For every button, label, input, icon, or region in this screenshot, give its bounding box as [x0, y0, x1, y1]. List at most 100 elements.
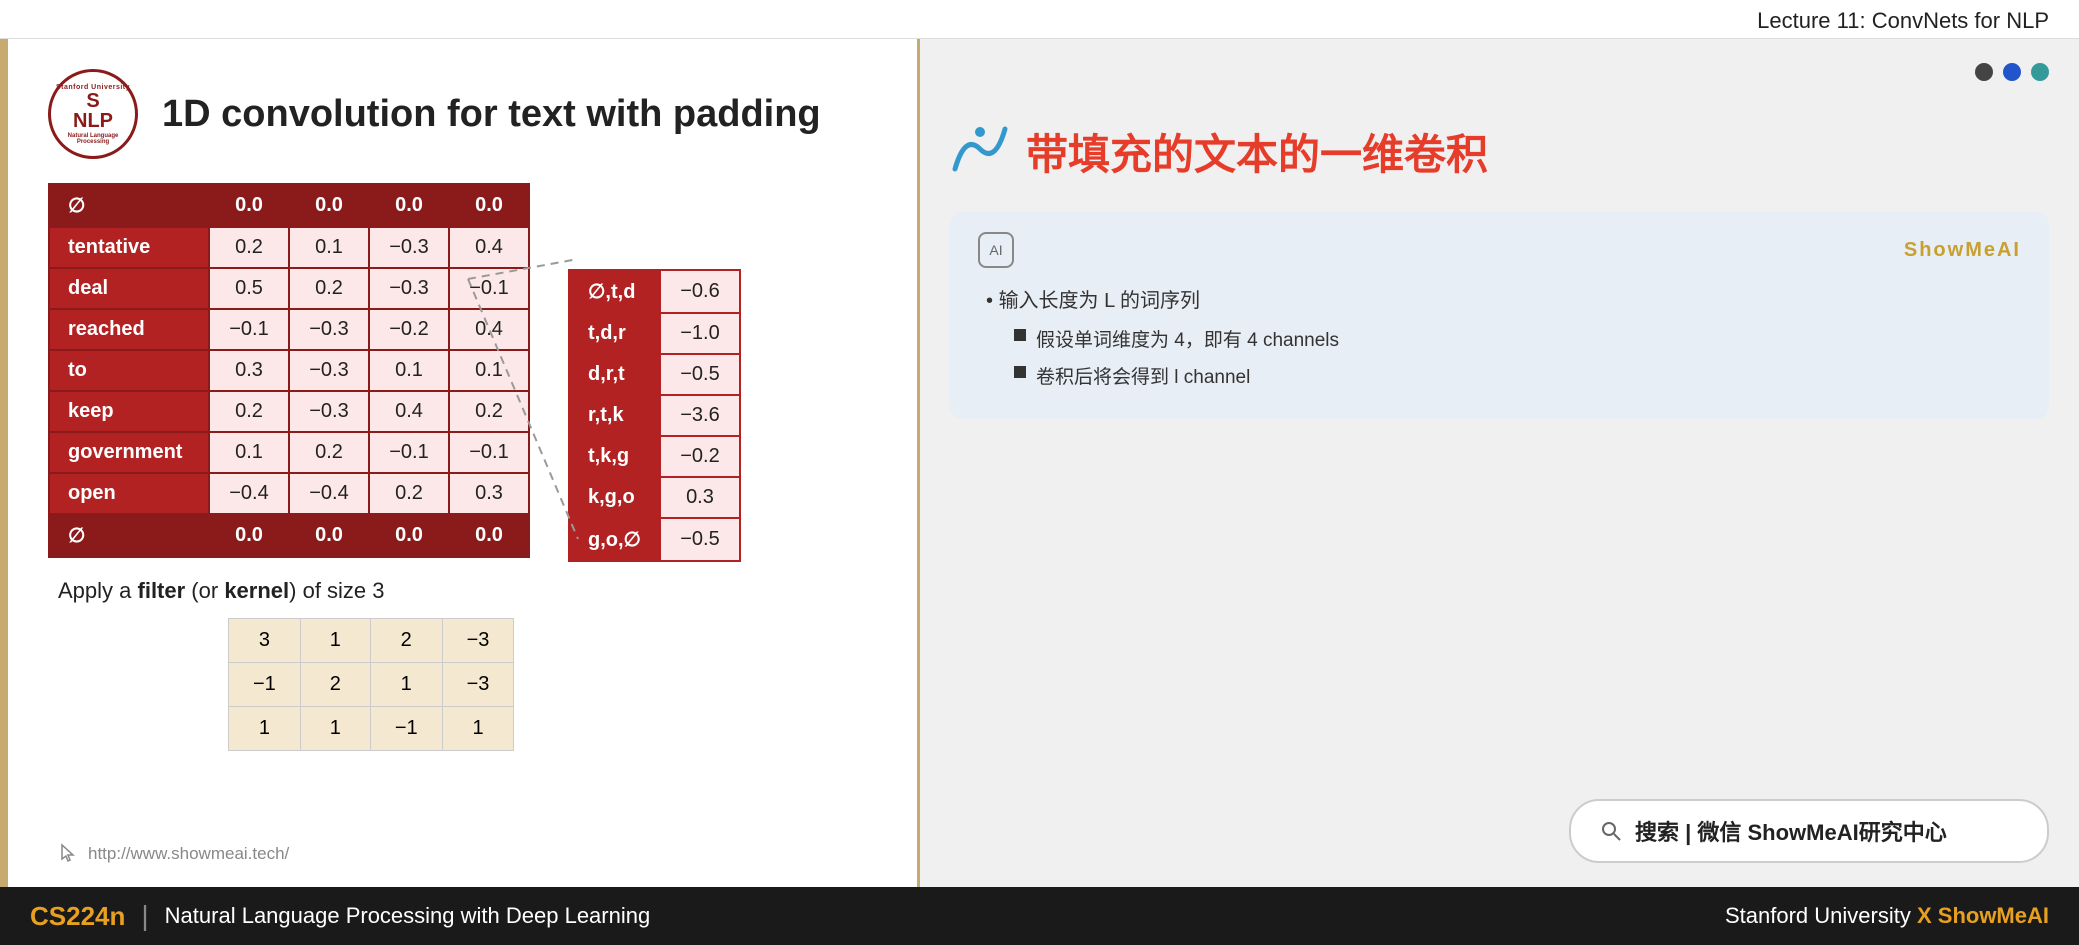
annotation-panel: 带填充的文本的一维卷积 AI ShowMeAI • 输入长度为 L 的词序列 假…: [920, 39, 2079, 887]
table-row: −0.1: [449, 268, 529, 309]
filter-cell: 1: [442, 707, 514, 751]
footer-divider: |: [141, 900, 148, 932]
table-row: 0.0: [289, 514, 369, 557]
filter-cell: 1: [300, 707, 370, 751]
filter-cell: 1: [229, 707, 301, 751]
table-row: 0.2: [369, 473, 449, 514]
table-row: 0.1: [369, 350, 449, 391]
table-row: 0.0: [289, 184, 369, 227]
filter-cell: 3: [229, 619, 301, 663]
showmeai-footer: ShowMeAI: [1938, 903, 2049, 928]
output-row-val: −0.5: [660, 354, 740, 395]
note-bullet-1: • 输入长度为 L 的词序列: [978, 284, 2021, 313]
dot-dark: [1975, 63, 1993, 81]
output-area: ∅,t,d−0.6t,d,r−1.0d,r,t−0.5r,t,k−3.6t,k,…: [568, 269, 741, 562]
url-text: http://www.showmeai.tech/: [88, 844, 289, 864]
output-row-label: ∅,t,d: [569, 270, 660, 313]
square-bullet-1: [1014, 329, 1026, 341]
dot-blue: [2003, 63, 2021, 81]
filter-cell: −3: [442, 663, 514, 707]
stanford-text: Stanford University: [1725, 903, 1911, 928]
note-card-header: AI ShowMeAI: [978, 232, 2021, 268]
ai-icon: AI: [978, 232, 1014, 268]
table-row-label: government: [49, 432, 209, 473]
lecture-header: Lecture 11: ConvNets for NLP: [0, 0, 2079, 39]
table-row: 0.5: [209, 268, 289, 309]
table-row: 0.2: [449, 391, 529, 432]
output-row-label: g,o,∅: [569, 518, 660, 561]
table-row: −0.1: [209, 309, 289, 350]
output-row-val: −0.5: [660, 518, 740, 561]
x-separator: X: [1917, 903, 1938, 928]
table-row: 0.3: [449, 473, 529, 514]
filter-text: Apply a filter (or kernel) of size 3: [58, 578, 877, 604]
table-row: −0.3: [289, 350, 369, 391]
bottom-bar: CS224n | Natural Language Processing wit…: [0, 887, 2079, 945]
table-row: −0.1: [449, 432, 529, 473]
table-row: 0.2: [209, 391, 289, 432]
filter-cell: −3: [442, 619, 514, 663]
table-row: 0.4: [449, 309, 529, 350]
table-row: −0.3: [289, 391, 369, 432]
table-row: −0.4: [289, 473, 369, 514]
table-row-label: to: [49, 350, 209, 391]
filter-cell: 1: [300, 619, 370, 663]
output-table: ∅,t,d−0.6t,d,r−1.0d,r,t−0.5r,t,k−3.6t,k,…: [568, 269, 741, 562]
stanford-logo: Stanford University SNLP Natural Languag…: [48, 69, 138, 159]
filter-cell: 2: [370, 619, 442, 663]
output-row-label: t,k,g: [569, 436, 660, 477]
table-row: −0.3: [369, 268, 449, 309]
slide-header: Stanford University SNLP Natural Languag…: [48, 69, 877, 159]
table-row-label: open: [49, 473, 209, 514]
table-row-label: tentative: [49, 227, 209, 268]
search-icon: [1599, 819, 1623, 843]
filter-table: 312−3−121−311−11: [228, 618, 514, 751]
table-row: 0.1: [289, 227, 369, 268]
lecture-title-zh: 带填充的文本的一维卷积: [950, 121, 2049, 182]
table-row-label: ∅: [49, 184, 209, 227]
conv-table: ∅0.00.00.00.0tentative0.20.1−0.30.4deal0…: [48, 183, 530, 558]
main-content: Stanford University SNLP Natural Languag…: [0, 39, 2079, 887]
table-row-label: reached: [49, 309, 209, 350]
table-row: 0.0: [449, 184, 529, 227]
cs224n-label: CS224n: [30, 901, 125, 932]
table-row: 0.2: [209, 227, 289, 268]
table-row: 0.4: [449, 227, 529, 268]
table-row: 0.2: [289, 268, 369, 309]
output-row-label: d,r,t: [569, 354, 660, 395]
dots-row: [950, 63, 2049, 81]
table-row: 0.0: [369, 184, 449, 227]
table-row: 0.3: [209, 350, 289, 391]
url-area: http://www.showmeai.tech/: [58, 843, 289, 865]
table-row: 0.0: [209, 184, 289, 227]
search-bar[interactable]: 搜索 | 微信 ShowMeAI研究中心: [1569, 799, 2049, 863]
output-row-val: 0.3: [660, 477, 740, 518]
footer-subtitle: Natural Language Processing with Deep Le…: [165, 903, 651, 929]
table-row: 0.1: [209, 432, 289, 473]
table-row: 0.1: [449, 350, 529, 391]
table-row: −0.3: [289, 309, 369, 350]
filter-cell: −1: [370, 707, 442, 751]
note-sub-bullet-1: 假设单词维度为 4，即有 4 channels: [1014, 325, 2021, 352]
output-row-val: −1.0: [660, 313, 740, 354]
bottom-right: Stanford University X ShowMeAI: [1725, 903, 2049, 929]
output-row-val: −0.6: [660, 270, 740, 313]
filter-cell: 2: [300, 663, 370, 707]
logo-text: SNLP: [73, 91, 113, 131]
output-row-label: k,g,o: [569, 477, 660, 518]
cursor-icon: [58, 843, 80, 865]
table-row: 0.0: [209, 514, 289, 557]
table-row-label: ∅: [49, 514, 209, 557]
bottom-left: CS224n | Natural Language Processing wit…: [30, 900, 650, 932]
filter-cell: −1: [229, 663, 301, 707]
filter-cell: 1: [370, 663, 442, 707]
lecture-title: Lecture 11: ConvNets for NLP: [1757, 8, 2049, 33]
table-row: −0.3: [369, 227, 449, 268]
table-row-label: keep: [49, 391, 209, 432]
table-row: 0.0: [369, 514, 449, 557]
table-row: −0.2: [369, 309, 449, 350]
note-card: AI ShowMeAI • 输入长度为 L 的词序列 假设单词维度为 4，即有 …: [950, 212, 2049, 419]
ai-icon-label: AI: [989, 242, 1002, 258]
lecture-title-zh-text: 带填充的文本的一维卷积: [1026, 121, 1488, 182]
slide-panel: Stanford University SNLP Natural Languag…: [0, 39, 920, 887]
